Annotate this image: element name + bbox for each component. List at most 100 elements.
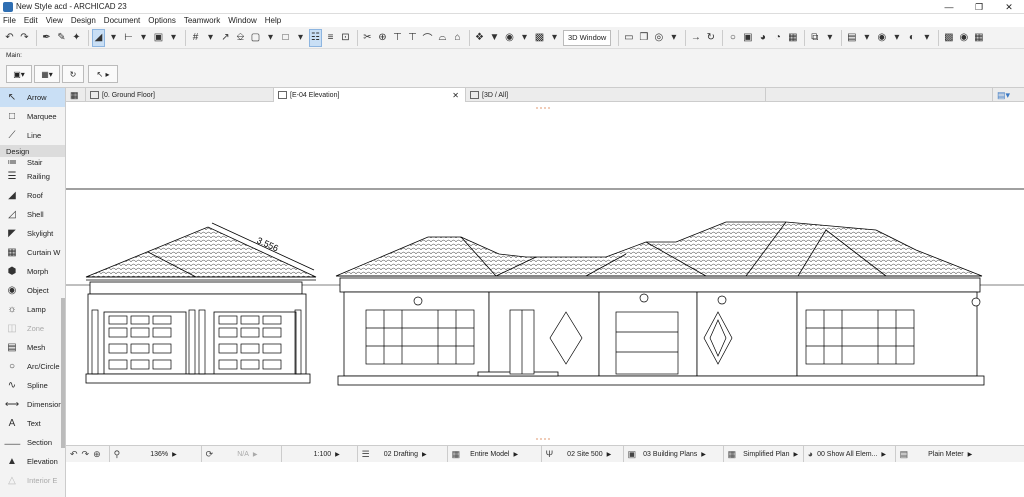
quick-selection-icon[interactable]: ⎒: [234, 29, 247, 47]
chamfer-icon[interactable]: ⌓: [436, 29, 449, 47]
menu-window[interactable]: Window: [228, 16, 256, 25]
tool-marquee[interactable]: □ Marquee: [0, 107, 65, 126]
zoom-field[interactable]: ⚲ 136% ▶: [110, 445, 202, 463]
grid-snap-icon[interactable]: #: [189, 29, 202, 47]
dropdown-arrow-icon[interactable]: ▾: [823, 29, 836, 47]
scale-field[interactable]: 1:100 ▶: [282, 445, 358, 463]
guide-lines-icon[interactable]: ◢: [92, 28, 105, 47]
structure-display-field[interactable]: ▦ Entire Model ▶: [448, 445, 542, 463]
adjust-icon[interactable]: ⊤: [391, 29, 404, 47]
inject-parameters-icon[interactable]: ✎: [55, 29, 68, 47]
pick-up-parameters-icon[interactable]: ✒: [40, 29, 53, 47]
intersect-icon[interactable]: ⊕: [376, 29, 389, 47]
tool-morph[interactable]: ⬢ Morph: [0, 262, 65, 281]
fillet-icon[interactable]: ⌒: [421, 29, 434, 47]
dropdown-arrow-icon[interactable]: ▾: [107, 29, 120, 47]
3d-cutting-planes-icon[interactable]: ▭: [622, 29, 635, 47]
tab-options-button[interactable]: ▤▾: [992, 88, 1024, 102]
snap-points-icon[interactable]: ▣: [152, 29, 165, 47]
3d-view-icon[interactable]: ▩: [533, 29, 546, 47]
layout-icon[interactable]: ⧉: [808, 29, 821, 47]
suspend-groups-icon[interactable]: ☷: [309, 28, 322, 47]
menu-options[interactable]: Options: [148, 16, 176, 25]
snap-guides-icon[interactable]: ⊢: [122, 29, 135, 47]
dimension-standard-field[interactable]: ▤ Plain Meter ▶: [896, 446, 984, 463]
render-icon[interactable]: ◔: [771, 29, 784, 47]
selection-method-button[interactable]: ▦▾: [34, 65, 60, 83]
tool-railing[interactable]: ☰ Railing: [0, 167, 65, 186]
tool-mesh[interactable]: ▤ Mesh: [0, 338, 65, 357]
tool-arrow[interactable]: ↖ Arrow: [0, 88, 65, 107]
tab-e04-elevation[interactable]: [E-04 Elevation] ✕: [274, 88, 466, 102]
split-icon[interactable]: ✂: [361, 29, 374, 47]
tool-arc-circle[interactable]: ○ Arc/Circle: [0, 357, 65, 376]
trim-icon[interactable]: ⊡: [339, 29, 352, 47]
dropdown-arrow-icon[interactable]: ▾: [264, 29, 277, 47]
dropdown-arrow-icon[interactable]: ▾: [294, 29, 307, 47]
3d-navigation-icon[interactable]: ◎: [652, 29, 665, 47]
curtain-icon[interactable]: ⌂: [451, 29, 464, 47]
pen-set-field[interactable]: Ψ 02 Site 500 ▶: [542, 445, 624, 463]
explore-icon[interactable]: ○: [726, 29, 739, 47]
tool-roof[interactable]: ◢ Roof: [0, 186, 65, 205]
rotation-button[interactable]: ↻: [62, 65, 84, 83]
menu-teamwork[interactable]: Teamwork: [184, 16, 220, 25]
dropdown-arrow-icon[interactable]: ▾: [860, 29, 873, 47]
minimize-button[interactable]: —: [934, 0, 964, 14]
model-view-field[interactable]: ▣ 03 Building Plans ▶: [624, 445, 724, 463]
arrow-settings-button[interactable]: ↖ ▸: [88, 65, 118, 83]
fit-icon[interactable]: ▣: [741, 29, 754, 47]
tool-shell[interactable]: ◿ Shell: [0, 205, 65, 224]
tool-dimension[interactable]: ⟷ Dimension: [0, 395, 65, 414]
menu-document[interactable]: Document: [104, 16, 140, 25]
maximize-button[interactable]: ❐: [964, 0, 994, 14]
dropdown-arrow-icon[interactable]: ▾: [920, 29, 933, 47]
tool-lamp[interactable]: ☼ Lamp: [0, 300, 65, 319]
close-tab-icon[interactable]: ✕: [452, 91, 459, 100]
tool-line[interactable]: ⟋ Line: [0, 126, 65, 145]
angle-field[interactable]: ⟳ N/A ▶: [202, 445, 282, 463]
tab-ground-floor[interactable]: [0. Ground Floor]: [86, 88, 274, 102]
dropdown-arrow-icon[interactable]: ▾: [890, 29, 903, 47]
print-icon[interactable]: ▩: [942, 29, 955, 47]
tool-skylight[interactable]: ◤ Skylight: [0, 224, 65, 243]
redo-icon[interactable]: ↷: [18, 29, 31, 47]
tab-3d-all[interactable]: [3D / All]: [466, 88, 766, 102]
drawing-canvas[interactable]: 3.556: [66, 102, 1024, 445]
menu-file[interactable]: File: [3, 16, 16, 25]
layers-icon[interactable]: ▢: [249, 29, 262, 47]
perspective-icon[interactable]: ▦: [786, 29, 799, 47]
dropdown-arrow-icon[interactable]: ▾: [137, 29, 150, 47]
tab-overview-button[interactable]: ▦: [66, 88, 86, 102]
tool-object[interactable]: ◉ Object: [0, 281, 65, 300]
undo-icon[interactable]: ↶: [3, 29, 16, 47]
camera-icon[interactable]: ◉: [957, 29, 970, 47]
dropdown-arrow-icon[interactable]: ▾: [167, 29, 180, 47]
menu-design[interactable]: Design: [71, 16, 96, 25]
reset-icon[interactable]: ◕: [756, 29, 769, 47]
walk-icon[interactable]: →: [689, 29, 702, 47]
3d-window-button[interactable]: 3D Window: [563, 29, 612, 46]
tool-interior-elevation[interactable]: △ Interior E: [0, 471, 65, 490]
toolbox-section-design[interactable]: Design: [0, 145, 65, 157]
marquee-select-icon[interactable]: ▤: [845, 29, 858, 47]
tool-spline[interactable]: ∿ Spline: [0, 376, 65, 395]
dropdown-arrow-icon[interactable]: ▾: [204, 29, 217, 47]
3d-cube-icon[interactable]: ❐: [637, 29, 650, 47]
dropdown-arrow-icon[interactable]: ▾: [548, 29, 561, 47]
magic-wand-icon[interactable]: ✦: [70, 29, 83, 47]
morph-tools-icon[interactable]: ◉: [503, 29, 516, 47]
plan-type-field[interactable]: ▦ Simplified Plan ▶: [724, 445, 804, 463]
dropdown-arrow-icon[interactable]: ▾: [667, 29, 680, 47]
save-view-icon[interactable]: ▦: [972, 29, 985, 47]
lock-icon[interactable]: □: [279, 29, 292, 47]
offset-icon[interactable]: ⊤: [406, 29, 419, 47]
publish-icon[interactable]: ◉: [875, 29, 888, 47]
connect-icon[interactable]: ▼: [488, 29, 501, 47]
solid-operations-icon[interactable]: ❖: [473, 29, 486, 47]
menu-help[interactable]: Help: [265, 16, 281, 25]
menu-view[interactable]: View: [46, 16, 63, 25]
visualization-icon[interactable]: ◐: [905, 29, 918, 47]
align-icon[interactable]: ≡: [324, 29, 337, 47]
close-window-button[interactable]: ✕: [994, 0, 1024, 14]
